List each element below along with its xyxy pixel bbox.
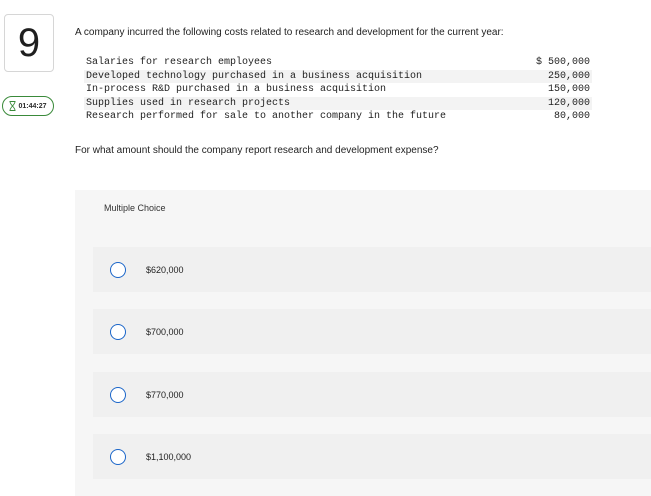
radio-button[interactable]: [110, 261, 126, 278]
cost-label: Salaries for research employees: [86, 57, 273, 68]
option-label: $620,000: [146, 264, 184, 275]
question-number: 9: [17, 21, 41, 65]
multiple-choice-panel: Multiple Choice $620,000 $700,000 $770,0…: [75, 190, 651, 496]
table-row: Supplies used in research projects 120,0…: [84, 96, 592, 110]
cost-label: Supplies used in research projects: [84, 96, 523, 110]
answer-option-3[interactable]: $770,000: [93, 372, 651, 417]
question-text: For what amount should the company repor…: [75, 145, 439, 156]
hourglass-icon: [9, 101, 16, 111]
cost-label: Developed technology purchased in a busi…: [84, 69, 523, 83]
radio-button[interactable]: [110, 323, 126, 340]
cost-label: In-process R&D purchased in a business a…: [86, 84, 387, 95]
option-label: $1,100,000: [146, 451, 192, 462]
cost-amount: 120,000: [522, 96, 592, 110]
timer-text: 01:44:27: [18, 102, 47, 110]
multiple-choice-label: Multiple Choice: [104, 203, 166, 213]
timer-badge: 01:44:27: [2, 96, 54, 116]
table-row: Salaries for research employees $ 500,00…: [84, 56, 592, 70]
table-row: Developed technology purchased in a busi…: [84, 69, 592, 83]
radio-button[interactable]: [110, 386, 126, 403]
cost-amount: 80,000: [553, 111, 590, 122]
cost-amount: 250,000: [522, 69, 592, 83]
question-intro: A company incurred the following costs r…: [75, 27, 504, 38]
option-label: $700,000: [146, 326, 184, 337]
question-number-box: 9: [4, 14, 54, 72]
cost-amount: $ 500,000: [535, 57, 590, 68]
table-row: In-process R&D purchased in a business a…: [84, 83, 592, 97]
answer-option-1[interactable]: $620,000: [93, 247, 651, 292]
cost-amount: 150,000: [547, 84, 590, 95]
answer-option-4[interactable]: $1,100,000: [93, 434, 651, 479]
cost-label: Research performed for sale to another c…: [86, 111, 447, 122]
answer-option-2[interactable]: $700,000: [93, 309, 651, 354]
table-row: Research performed for sale to another c…: [84, 110, 592, 124]
option-label: $770,000: [146, 389, 184, 400]
radio-button[interactable]: [110, 448, 126, 465]
cost-table: Salaries for research employees $ 500,00…: [84, 56, 592, 124]
